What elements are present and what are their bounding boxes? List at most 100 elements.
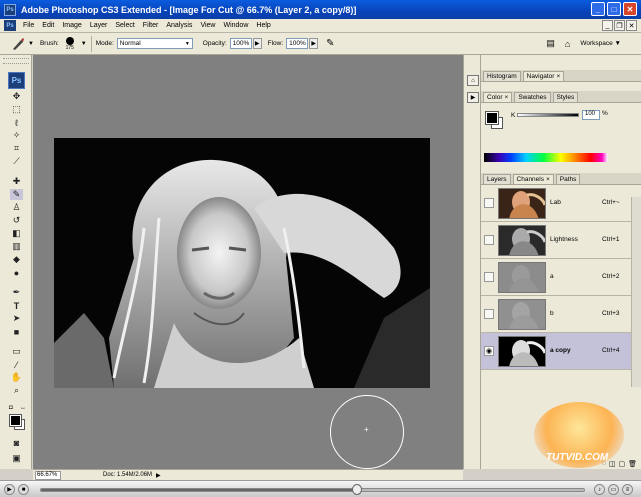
channel-row-lab[interactable]: Lab Ctrl+~ xyxy=(481,185,631,222)
menu-help[interactable]: Help xyxy=(252,22,274,29)
flow-slider-button[interactable]: ▶ xyxy=(309,38,319,49)
playback-seek-bar[interactable] xyxy=(40,488,585,492)
type-tool-icon[interactable]: T xyxy=(10,300,23,311)
quick-mask-icon[interactable]: ◙ xyxy=(10,437,23,448)
close-icon[interactable]: × xyxy=(556,73,560,80)
stop-icon[interactable]: ■ xyxy=(18,484,29,495)
tool-presets-icon[interactable]: ⌂ xyxy=(467,75,479,86)
brush-dropdown-icon[interactable]: ▼ xyxy=(81,41,87,47)
tool-preset-picker[interactable] xyxy=(8,36,28,52)
menu-analysis[interactable]: Analysis xyxy=(162,22,196,29)
menu-file[interactable]: File xyxy=(19,22,38,29)
document-workspace[interactable]: + xyxy=(33,55,463,469)
maximize-button[interactable]: □ xyxy=(607,2,621,16)
eraser-tool-icon[interactable]: ◧ xyxy=(10,228,23,239)
magic-wand-tool-icon[interactable]: ✧ xyxy=(10,130,23,141)
toggle-palettes-icon[interactable]: ▤ xyxy=(546,38,555,49)
menu-image[interactable]: Image xyxy=(58,22,85,29)
gradient-tool-icon[interactable]: ▥ xyxy=(10,241,23,252)
crop-tool-icon[interactable]: ⌗ xyxy=(10,143,23,154)
doc-close-button[interactable]: ✕ xyxy=(626,20,637,31)
lasso-tool-icon[interactable]: ℓ xyxy=(10,117,23,128)
tab-styles[interactable]: Styles xyxy=(552,92,579,102)
dodge-tool-icon[interactable]: ● xyxy=(10,267,23,278)
doc-minimize-button[interactable]: _ xyxy=(602,20,613,31)
close-icon[interactable]: × xyxy=(505,94,509,101)
visibility-toggle[interactable] xyxy=(484,235,494,245)
menu-window[interactable]: Window xyxy=(219,22,252,29)
menu-select[interactable]: Select xyxy=(111,22,138,29)
pen-tool-icon[interactable]: ✒ xyxy=(10,287,23,298)
doc-restore-button[interactable]: ❐ xyxy=(614,20,625,31)
photoshop-logo[interactable]: Ps xyxy=(8,72,25,89)
status-menu-icon[interactable]: ▶ xyxy=(156,472,161,479)
visibility-toggle[interactable] xyxy=(484,309,494,319)
tab-color[interactable]: Color × xyxy=(483,92,513,102)
actions-icon[interactable]: ▶ xyxy=(467,92,479,103)
settings-icon[interactable]: ≡ xyxy=(622,484,633,495)
tools-grip[interactable] xyxy=(3,58,29,64)
trash-icon[interactable]: 🗑 xyxy=(628,460,637,469)
channel-row-b[interactable]: b Ctrl+3 xyxy=(481,296,631,333)
color-spectrum-ramp[interactable] xyxy=(484,153,608,162)
chevron-down-icon[interactable]: ▼ xyxy=(28,41,34,47)
visibility-toggle[interactable] xyxy=(484,272,494,282)
move-tool-icon[interactable]: ✥ xyxy=(10,91,23,102)
fullscreen-icon[interactable]: ▭ xyxy=(608,484,619,495)
marquee-tool-icon[interactable]: ⬚ xyxy=(10,104,23,115)
foreground-color-swatch[interactable] xyxy=(9,414,22,427)
eye-icon[interactable]: ◉ xyxy=(484,346,494,356)
channel-row-a-copy[interactable]: ◉ a copy Ctrl+4 xyxy=(481,333,631,370)
volume-icon[interactable]: ♪ xyxy=(594,484,605,495)
bridge-icon[interactable]: ⌂ xyxy=(565,39,570,49)
hand-tool-icon[interactable]: ✋ xyxy=(10,372,23,383)
tab-histogram[interactable]: Histogram xyxy=(483,71,521,81)
brush-tool-icon[interactable]: ✎ xyxy=(10,189,23,200)
menu-view[interactable]: View xyxy=(196,22,219,29)
minimize-button[interactable]: _ xyxy=(591,2,605,16)
opacity-slider-button[interactable]: ▶ xyxy=(252,38,262,49)
path-selection-tool-icon[interactable]: ➤ xyxy=(10,313,23,324)
screen-mode-icon[interactable]: ▣ xyxy=(10,453,23,464)
zoom-tool-icon[interactable]: ⌕ xyxy=(10,385,23,396)
shape-tool-icon[interactable]: ■ xyxy=(10,326,23,337)
menu-filter[interactable]: Filter xyxy=(139,22,163,29)
clone-stamp-tool-icon[interactable]: ♙ xyxy=(10,202,23,213)
default-colors-icon[interactable]: ◘ xyxy=(9,405,13,411)
channel-row-lightness[interactable]: Lightness Ctrl+1 xyxy=(481,222,631,259)
tab-navigator[interactable]: Navigator × xyxy=(522,71,565,81)
close-button[interactable]: ✕ xyxy=(623,2,637,16)
airbrush-icon[interactable]: ✎ xyxy=(326,38,334,49)
menu-edit[interactable]: Edit xyxy=(38,22,58,29)
history-brush-tool-icon[interactable]: ↺ xyxy=(10,215,23,226)
swap-colors-icon[interactable]: ↔ xyxy=(20,405,26,411)
play-icon[interactable]: ▶ xyxy=(4,484,15,495)
channel-row-a[interactable]: a Ctrl+2 xyxy=(481,259,631,296)
flow-input[interactable]: 100% xyxy=(286,38,309,49)
healing-brush-tool-icon[interactable]: ✚ xyxy=(10,176,23,187)
tab-layers[interactable]: Layers xyxy=(483,174,511,184)
tab-paths[interactable]: Paths xyxy=(555,174,581,184)
workspace-menu-button[interactable]: Workspace ▼ xyxy=(580,40,621,47)
opacity-input[interactable]: 100% xyxy=(229,38,252,49)
close-icon[interactable]: × xyxy=(546,176,550,183)
seek-handle[interactable] xyxy=(352,484,362,495)
mode-select[interactable]: Normal ▼ xyxy=(116,38,193,49)
k-channel-slider[interactable] xyxy=(517,113,579,117)
menu-app-icon[interactable]: Ps xyxy=(4,20,16,31)
notes-tool-icon[interactable]: ▭ xyxy=(10,346,23,357)
tab-channels[interactable]: Channels × xyxy=(512,174,554,184)
new-channel-icon[interactable]: ▢ xyxy=(618,460,625,469)
color-foreground-swatch[interactable] xyxy=(485,111,499,125)
blur-tool-icon[interactable]: ◆ xyxy=(10,254,23,265)
document-canvas[interactable] xyxy=(54,138,430,388)
brush-preview[interactable]: 175 xyxy=(62,36,78,51)
tab-swatches[interactable]: Swatches xyxy=(514,92,551,102)
k-channel-input[interactable]: 100 xyxy=(582,110,600,120)
channels-scrollbar[interactable] xyxy=(631,197,641,387)
menu-layer[interactable]: Layer xyxy=(86,22,112,29)
eyedropper-tool-icon[interactable]: ⁄ xyxy=(10,359,23,370)
zoom-level-field[interactable]: 66.67% xyxy=(35,470,61,480)
save-selection-icon[interactable]: ◫ xyxy=(609,460,616,469)
slice-tool-icon[interactable]: ⟋ xyxy=(10,156,23,167)
